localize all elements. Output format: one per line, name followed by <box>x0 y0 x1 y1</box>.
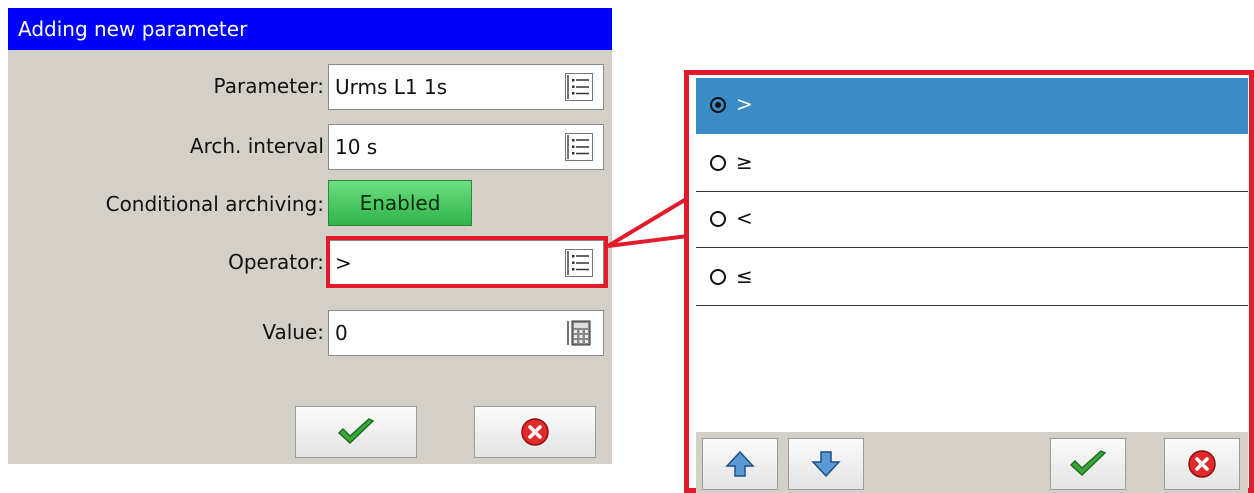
list-item[interactable]: < <box>696 192 1248 248</box>
cancel-icon <box>1188 450 1216 478</box>
up-arrow-icon <box>725 450 755 477</box>
radio-icon <box>710 211 726 227</box>
operator-list: > ≥ < ≤ <box>696 78 1248 432</box>
radio-selected-icon <box>710 97 726 113</box>
option-label: ≤ <box>736 264 753 288</box>
list-toolbar <box>696 432 1248 493</box>
list-item[interactable]: ≥ <box>696 136 1248 192</box>
list-item[interactable]: ≤ <box>696 250 1248 306</box>
option-label: < <box>736 206 753 230</box>
list-item[interactable]: > <box>696 78 1248 134</box>
checkmark-icon <box>1069 450 1107 477</box>
radio-icon <box>710 155 726 171</box>
list-cancel-button[interactable] <box>1164 438 1240 490</box>
list-ok-button[interactable] <box>1050 438 1126 490</box>
scroll-up-button[interactable] <box>702 438 778 490</box>
scroll-down-button[interactable] <box>788 438 864 490</box>
option-label: ≥ <box>736 150 753 174</box>
option-label: > <box>736 92 753 116</box>
down-arrow-icon <box>811 451 841 478</box>
radio-icon <box>710 269 726 285</box>
